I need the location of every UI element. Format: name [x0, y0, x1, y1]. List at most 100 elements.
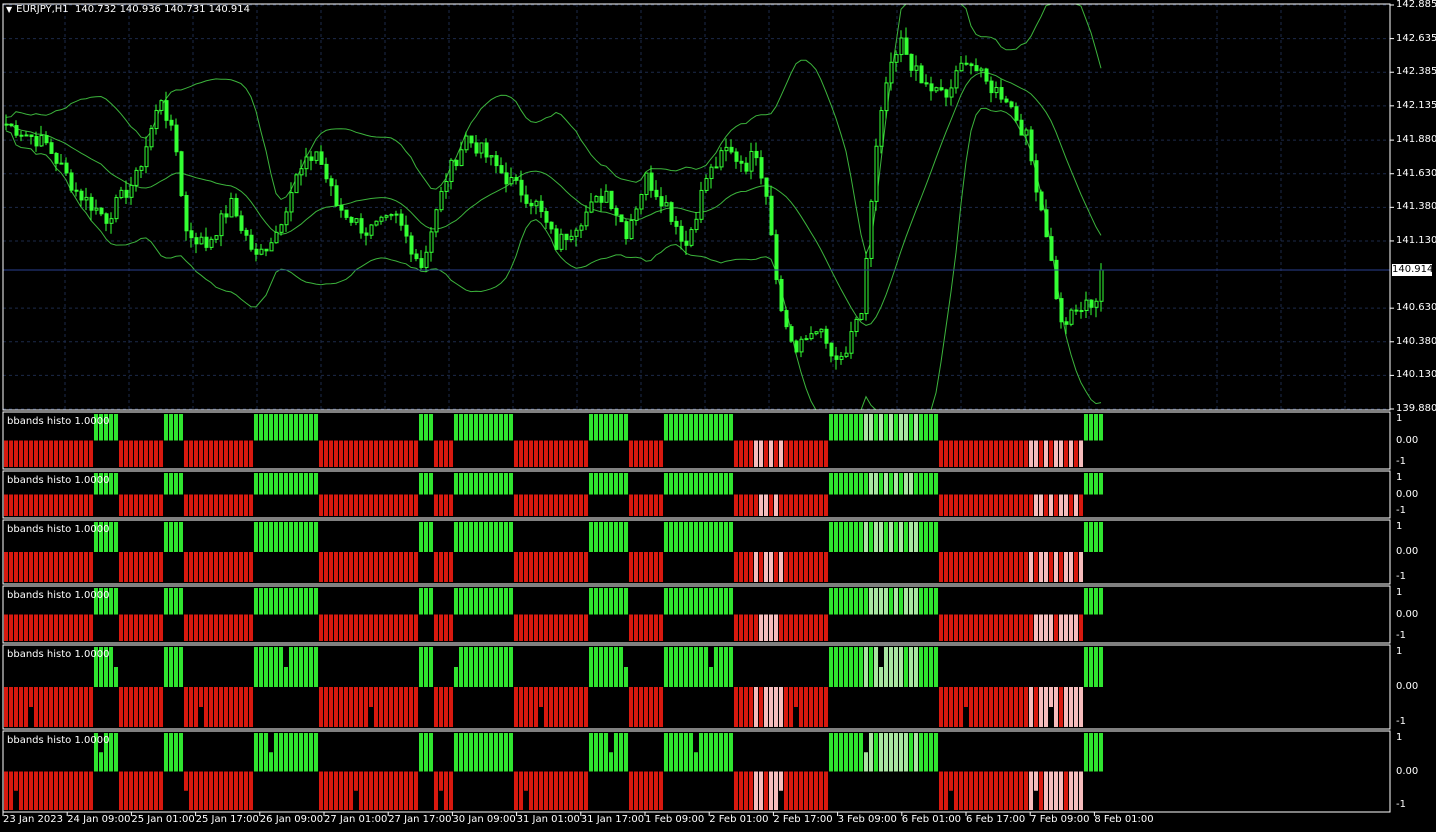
histogram-bar-down — [34, 494, 38, 516]
histogram-bar-up — [604, 522, 608, 552]
histogram-bar-down — [379, 440, 383, 467]
histogram-bar-down — [154, 771, 158, 810]
histogram-bar-down — [369, 771, 373, 810]
histogram-bar-up — [664, 647, 668, 687]
histogram-bar-down — [534, 687, 538, 727]
candle-body — [644, 172, 649, 195]
histogram-bar-up — [874, 733, 878, 772]
histogram-bar-down — [64, 440, 68, 467]
histogram-bar-down — [544, 494, 548, 516]
histogram-bar-down — [134, 552, 138, 582]
histogram-bar-up — [304, 588, 308, 615]
histogram-bar-up — [254, 588, 258, 615]
histogram-bar-down — [214, 771, 218, 810]
candle-body — [689, 229, 694, 246]
histogram-bar-up — [459, 473, 463, 495]
histogram-bar-down — [414, 552, 418, 582]
histogram-bar-up — [899, 473, 903, 495]
histogram-bar-up — [694, 588, 698, 615]
histogram-bar-up — [859, 414, 863, 441]
histogram-bar-down — [789, 771, 793, 810]
band-upper-line — [5, 3, 1102, 256]
candle-body — [529, 202, 534, 207]
histogram-bar-up — [274, 647, 278, 687]
histogram-bar-down — [34, 552, 38, 582]
histogram-bar-up — [164, 473, 168, 495]
histogram-bar-up — [664, 414, 668, 441]
histogram-bar-up — [614, 733, 618, 772]
histogram-bar-up — [254, 522, 258, 552]
histogram-bar-up — [719, 588, 723, 615]
histogram-bar-up — [924, 588, 928, 615]
candle-body — [464, 135, 469, 151]
histogram-bar-down — [989, 440, 993, 467]
candle-body — [824, 328, 829, 344]
histogram-bar-down — [1029, 771, 1033, 810]
candle-body — [764, 177, 769, 197]
histogram-bar-down — [144, 440, 148, 467]
histogram-bar-down — [49, 494, 53, 516]
histogram-bar-up — [679, 647, 683, 687]
histogram-bar-down — [559, 614, 563, 641]
histogram-bar-up — [269, 752, 273, 772]
candle-body — [919, 65, 924, 84]
histogram-bar-up — [699, 733, 703, 772]
chart-canvas[interactable] — [0, 0, 1436, 832]
histogram-bar-down — [584, 552, 588, 582]
histogram-bar-up — [829, 473, 833, 495]
histogram-bar-down — [644, 440, 648, 467]
histogram-bar-up — [839, 733, 843, 772]
histogram-bar-down — [1079, 552, 1083, 582]
histogram-bar-down — [19, 552, 23, 582]
histogram-bar-down — [344, 614, 348, 641]
histogram-bar-down — [364, 440, 368, 467]
histogram-bar-down — [649, 687, 653, 727]
histogram-bar-down — [644, 494, 648, 516]
histogram-bar-down — [574, 687, 578, 727]
histogram-bar-up — [859, 473, 863, 495]
collapse-triangle-icon[interactable]: ▼ — [6, 5, 12, 14]
histogram-bar-down — [144, 552, 148, 582]
histogram-bar-down — [14, 687, 18, 727]
histogram-bar-down — [994, 687, 998, 727]
candle-body — [174, 124, 179, 153]
histogram-bar-down — [779, 552, 783, 582]
histogram-bar-down — [234, 494, 238, 516]
histogram-bar-up — [604, 733, 608, 772]
histogram-bar-up — [114, 473, 118, 495]
histogram-bar-down — [774, 771, 778, 810]
price-axis-label: 141.380 — [1396, 201, 1436, 213]
histogram-bar-down — [1059, 687, 1063, 727]
histogram-bar-up — [729, 588, 733, 615]
histogram-bar-up — [599, 588, 603, 615]
candle-body — [1074, 309, 1079, 312]
histogram-bar-down — [944, 771, 948, 810]
histogram-bar-down — [539, 614, 543, 641]
histogram-bar-down — [189, 552, 193, 582]
candle-body — [49, 142, 54, 154]
histogram-bar-up — [314, 414, 318, 441]
histogram-bar-up — [484, 588, 488, 615]
histogram-bar-down — [84, 494, 88, 516]
histogram-bar-up — [669, 647, 673, 687]
histogram-bar-down — [1079, 771, 1083, 810]
histogram-bar-up — [169, 473, 173, 495]
histogram-bar-down — [74, 494, 78, 516]
histogram-bar-up — [589, 733, 593, 772]
histogram-bar-down — [754, 552, 758, 582]
candle-body — [399, 213, 404, 226]
histogram-bar-down — [189, 771, 193, 810]
histogram-bar-down — [654, 440, 658, 467]
histogram-bar-up — [934, 647, 938, 687]
candle-body — [129, 184, 134, 198]
histogram-bar-down — [89, 614, 93, 641]
histogram-bar-up — [479, 733, 483, 772]
histogram-bar-up — [839, 473, 843, 495]
histogram-bar-down — [974, 440, 978, 467]
histogram-bar-down — [534, 440, 538, 467]
histogram-bar-up — [1089, 414, 1093, 441]
histogram-bar-up — [849, 473, 853, 495]
histogram-bar-down — [584, 440, 588, 467]
candle-body — [754, 150, 759, 159]
histogram-bar-down — [994, 614, 998, 641]
